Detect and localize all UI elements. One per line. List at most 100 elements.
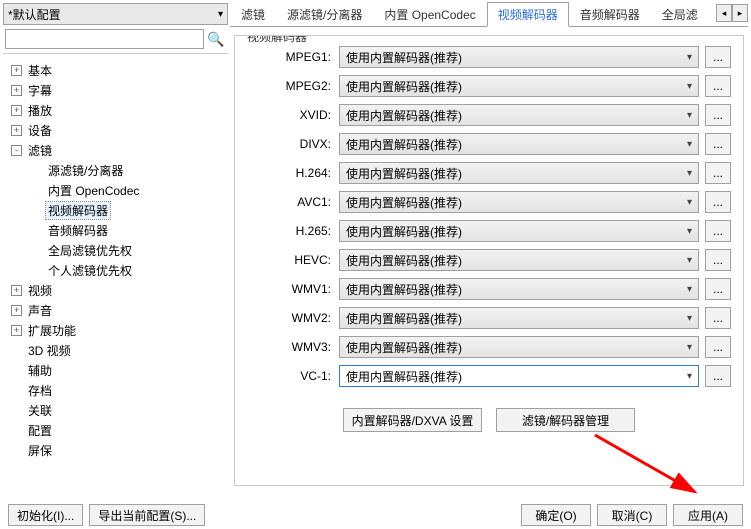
codec-select[interactable]: 使用内置解码器(推荐)▾ [339,46,699,68]
tree-item[interactable]: 个人滤镜优先权 [5,260,226,280]
tab[interactable]: 视频解码器 [487,2,569,27]
codec-select-value: 使用内置解码器(推荐) [346,136,462,153]
collapse-icon[interactable]: - [11,145,22,156]
tab-scroll-right[interactable]: ▸ [732,4,748,22]
ok-button[interactable]: 确定(O) [521,504,591,526]
expand-icon[interactable]: + [11,65,22,76]
codec-label: MPEG2: [243,79,333,93]
codec-select-value: 使用内置解码器(推荐) [346,339,462,356]
codec-more-button[interactable]: ... [705,191,731,213]
codec-row: XVID:使用内置解码器(推荐)▾... [243,104,731,126]
expand-icon[interactable]: + [11,305,22,316]
tree-item[interactable]: 全局滤镜优先权 [5,240,226,260]
codec-select-value: 使用内置解码器(推荐) [346,368,462,385]
expand-icon[interactable]: + [11,125,22,136]
tree-item[interactable]: 3D 视频 [5,340,226,360]
tree-item[interactable]: 屏保 [5,440,226,460]
codec-select-value: 使用内置解码器(推荐) [346,107,462,124]
codec-label: HEVC: [243,253,333,267]
codec-more-button[interactable]: ... [705,133,731,155]
codec-select[interactable]: 使用内置解码器(推荐)▾ [339,249,699,271]
codec-more-button[interactable]: ... [705,75,731,97]
tree-item-label: 配置 [26,422,54,439]
tab-nav: ◂ ▸ [716,4,748,22]
config-profile-select[interactable]: *默认配置 ▾ [3,3,228,25]
toggle-blank [11,445,22,456]
codec-more-button[interactable]: ... [705,220,731,242]
tree-item[interactable]: 源滤镜/分离器 [5,160,226,180]
search-row: 🔍 [3,27,228,54]
tab[interactable]: 源滤镜/分离器 [276,2,373,26]
codec-row: DIVX:使用内置解码器(推荐)▾... [243,133,731,155]
codec-row: MPEG1:使用内置解码器(推荐)▾... [243,46,731,68]
tree-item[interactable]: 内置 OpenCodec [5,180,226,200]
cancel-button[interactable]: 取消(C) [597,504,667,526]
tab[interactable]: 全局滤 [651,2,709,26]
tab[interactable]: 音频解码器 [569,2,651,26]
expand-icon[interactable]: + [11,285,22,296]
tree-item[interactable]: + 基本 [5,60,226,80]
codec-select[interactable]: 使用内置解码器(推荐)▾ [339,278,699,300]
codec-select[interactable]: 使用内置解码器(推荐) ▾ [339,75,699,97]
tree-item[interactable]: +字幕 [5,80,226,100]
codec-label: WMV3: [243,340,333,354]
tab[interactable]: 滤镜 [230,2,276,26]
codec-select[interactable]: 使用内置解码器(推荐) ▾ [339,307,699,329]
tree-item[interactable]: +扩展功能 [5,320,226,340]
tab-scroll-left[interactable]: ◂ [716,4,732,22]
tree-item-label: 内置 OpenCodec [46,182,141,199]
tree-item[interactable]: +视频 [5,280,226,300]
codec-select[interactable]: 使用内置解码器(推荐)▾ [339,191,699,213]
tree-item-label: 滤镜 [26,142,54,159]
chevron-down-icon: ▾ [687,110,692,121]
tree-item[interactable]: 辅助 [5,360,226,380]
tree-item[interactable]: 音频解码器 [5,220,226,240]
init-button[interactable]: 初始化(I)... [8,504,83,526]
search-icon[interactable]: 🔍 [206,29,226,49]
tree-item[interactable]: +设备 [5,120,226,140]
tree-item-label: 基本 [26,62,54,79]
tree-item[interactable]: +声音 [5,300,226,320]
expand-icon[interactable]: + [11,325,22,336]
expand-icon[interactable]: + [11,85,22,96]
tree-item[interactable]: 存档 [5,380,226,400]
dxva-settings-button[interactable]: 内置解码器/DXVA 设置 [343,408,482,432]
codec-select[interactable]: 使用内置解码器(推荐)▾ [339,162,699,184]
codec-more-button[interactable]: ... [705,307,731,329]
chevron-down-icon: ▾ [687,313,692,324]
expand-icon[interactable]: + [11,105,22,116]
filter-manage-button[interactable]: 滤镜/解码器管理 [496,408,635,432]
codec-more-button[interactable]: ... [705,249,731,271]
tree-item[interactable]: -滤镜 [5,140,226,160]
chevron-down-icon: ▾ [687,284,692,295]
tree-item[interactable]: 视频解码器 [5,200,226,220]
export-config-button[interactable]: 导出当前配置(S)... [89,504,205,526]
codec-select-value: 使用内置解码器(推荐) [346,310,462,327]
codec-more-button[interactable]: ... [705,365,731,387]
codec-select-value: 使用内置解码器(推荐) [346,78,462,95]
tree-item-label: 辅助 [26,362,54,379]
tree-item[interactable]: 配置 [5,420,226,440]
settings-tree[interactable]: +基本+字幕+播放+设备-滤镜源滤镜/分离器内置 OpenCodec视频解码器音… [3,56,228,490]
codec-select[interactable]: 使用内置解码器(推荐)▾ [339,133,699,155]
tree-item[interactable]: +播放 [5,100,226,120]
codec-more-button[interactable]: ... [705,278,731,300]
codec-more-button[interactable]: ... [705,336,731,358]
chevron-down-icon: ▾ [687,197,692,208]
tab[interactable]: 内置 OpenCodec [373,2,486,26]
codec-more-button[interactable]: ... [705,162,731,184]
codec-row: H.265:使用内置解码器(推荐)▾... [243,220,731,242]
chevron-down-icon: ▾ [687,81,692,92]
tree-item[interactable]: 关联 [5,400,226,420]
toggle-blank [11,365,22,376]
codec-select[interactable]: 使用内置解码器(推荐)▾ [339,220,699,242]
chevron-down-icon: ▾ [687,52,692,63]
codec-select[interactable]: 使用内置解码器(推荐)▾ [339,336,699,358]
codec-label: H.264: [243,166,333,180]
codec-more-button[interactable]: ... [705,104,731,126]
codec-more-button[interactable]: ... [705,46,731,68]
search-input[interactable] [5,29,204,49]
codec-select[interactable]: 使用内置解码器(推荐)▾ [339,365,699,387]
codec-select[interactable]: 使用内置解码器(推荐) ▾ [339,104,699,126]
apply-button[interactable]: 应用(A) [673,504,743,526]
